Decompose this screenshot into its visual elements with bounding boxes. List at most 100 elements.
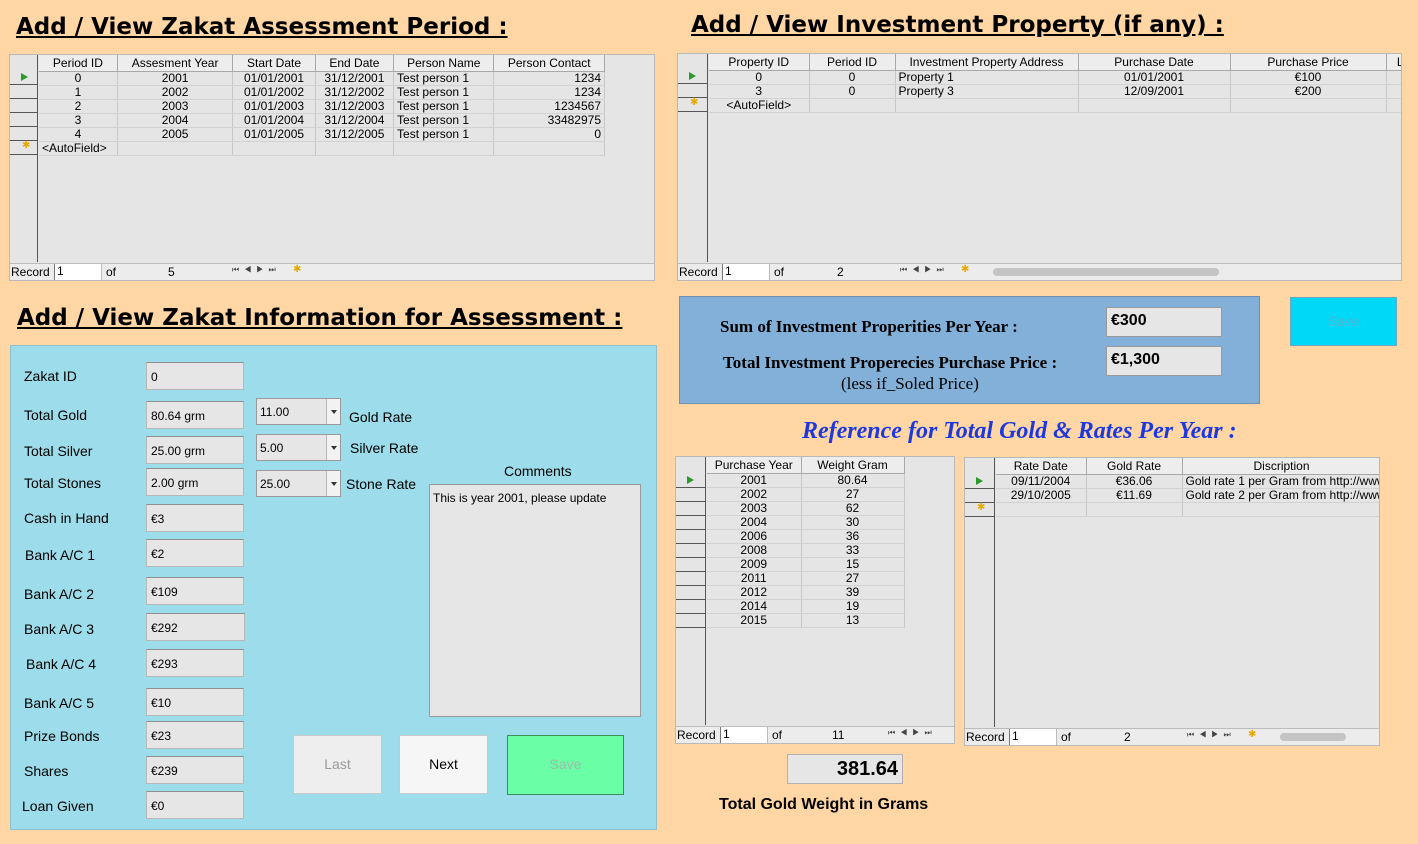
row-selector[interactable] bbox=[676, 600, 705, 614]
cell[interactable]: 36 bbox=[801, 529, 905, 544]
record-number-input[interactable]: 1 bbox=[722, 264, 770, 280]
cell[interactable]: 2012 bbox=[707, 585, 802, 600]
table-row[interactable]: 2002 27 bbox=[707, 487, 905, 502]
autofield-cell[interactable]: <AutoField> bbox=[709, 98, 810, 113]
cell[interactable]: Test person 1 bbox=[393, 71, 495, 86]
cell[interactable]: 0 bbox=[809, 84, 896, 99]
save-zakat-button[interactable]: Save bbox=[507, 735, 624, 795]
cell[interactable]: 30 bbox=[801, 515, 905, 530]
gold-weight-grid[interactable]: Purchase Year Weight Gram 2001 80.64 2002… bbox=[675, 456, 955, 744]
comments-textarea[interactable]: This is year 2001, please update bbox=[429, 484, 641, 717]
table-row[interactable]: 2006 36 bbox=[707, 529, 905, 544]
row-selector[interactable] bbox=[678, 84, 707, 98]
record-number-input[interactable]: 1 bbox=[720, 727, 768, 743]
total-silver-field[interactable]: 25.00 grm bbox=[146, 436, 244, 464]
table-row[interactable]: 2 2003 01/01/2003 31/12/2003 Test person 1 12… bbox=[39, 99, 605, 114]
horizontal-scrollbar[interactable] bbox=[993, 268, 1219, 276]
nav-arrows-icon[interactable]: ⏮◀▶⏭ bbox=[232, 265, 281, 275]
zakat-id-field[interactable]: 0 bbox=[146, 362, 244, 390]
table-row[interactable]: 3 2004 01/01/2004 31/12/2004 Test person 1 33… bbox=[39, 113, 605, 128]
column-header[interactable]: Gold Rate bbox=[1086, 458, 1183, 475]
cell[interactable]: Property 1 bbox=[895, 70, 1079, 85]
cell[interactable]: €200 bbox=[1230, 84, 1387, 99]
column-header[interactable]: Investment Property Address bbox=[895, 54, 1079, 71]
new-record-icon[interactable]: ✱ bbox=[961, 264, 969, 275]
silver-rate-select[interactable]: 5.00 bbox=[256, 434, 341, 461]
row-selector[interactable] bbox=[676, 558, 705, 572]
table-row[interactable]: 2009 15 bbox=[707, 557, 905, 572]
cell[interactable]: 0 bbox=[809, 70, 896, 85]
row-selector[interactable] bbox=[676, 516, 705, 530]
cell[interactable] bbox=[1386, 84, 1401, 99]
cell[interactable]: Test person 1 bbox=[393, 85, 495, 100]
table-row[interactable]: 4 2005 01/01/2005 31/12/2005 Test person 10 bbox=[39, 127, 605, 142]
cell[interactable]: 01/01/2005 bbox=[232, 127, 316, 142]
cell[interactable]: 2004 bbox=[117, 113, 234, 128]
investment-grid[interactable]: ✱ Property ID Period ID Investment Prope… bbox=[677, 53, 1402, 281]
row-selector[interactable] bbox=[676, 586, 705, 600]
chevron-down-icon[interactable] bbox=[326, 435, 340, 460]
cell[interactable]: 2003 bbox=[117, 99, 234, 114]
cell[interactable]: 0 bbox=[709, 70, 810, 85]
chevron-down-icon[interactable] bbox=[326, 471, 340, 496]
next-button[interactable]: Next bbox=[399, 735, 488, 794]
cell[interactable]: 31/12/2002 bbox=[315, 85, 395, 100]
cell[interactable]: €11.69 bbox=[1086, 488, 1183, 503]
chevron-down-icon[interactable] bbox=[326, 399, 340, 424]
cell[interactable]: 33 bbox=[801, 543, 905, 558]
bank-ac-3-field[interactable]: €292 bbox=[146, 613, 245, 641]
record-number-input[interactable]: 1 bbox=[1009, 729, 1057, 745]
total-value-field[interactable]: €1,300 bbox=[1106, 346, 1222, 376]
table-row[interactable]: 3 0 Property 3 12/09/2001 €200 bbox=[709, 84, 1401, 99]
row-selector[interactable] bbox=[10, 113, 37, 127]
cell[interactable]: 2008 bbox=[707, 543, 802, 558]
column-header[interactable]: Property ID bbox=[709, 54, 810, 71]
column-header[interactable]: Period ID bbox=[809, 54, 896, 71]
record-number-input[interactable]: 1 bbox=[54, 264, 102, 280]
cell[interactable]: 2001 bbox=[117, 71, 234, 86]
cell[interactable]: 2011 bbox=[707, 571, 802, 586]
column-header[interactable]: Purchase Year bbox=[707, 457, 802, 474]
total-gold-weight-field[interactable]: 381.64 bbox=[787, 754, 903, 784]
row-selector[interactable] bbox=[10, 71, 37, 85]
table-row[interactable]: 2011 27 bbox=[707, 571, 905, 586]
cell[interactable]: 2005 bbox=[117, 127, 234, 142]
cell[interactable]: Test person 1 bbox=[393, 127, 495, 142]
cell[interactable]: Test person 1 bbox=[393, 99, 495, 114]
cell[interactable]: €100 bbox=[1230, 70, 1387, 85]
loan-given-field[interactable]: €0 bbox=[146, 791, 244, 819]
table-row[interactable]: 2008 33 bbox=[707, 543, 905, 558]
shares-field[interactable]: €239 bbox=[146, 756, 244, 784]
column-header[interactable]: Person Contact bbox=[493, 55, 605, 72]
save-investment-button[interactable]: Save bbox=[1290, 297, 1397, 346]
cell[interactable]: 62 bbox=[801, 501, 905, 516]
column-header[interactable]: Rate Date bbox=[996, 458, 1087, 475]
column-header[interactable]: Period ID bbox=[39, 55, 118, 72]
row-selector[interactable] bbox=[676, 544, 705, 558]
row-selector[interactable] bbox=[676, 474, 705, 488]
cell[interactable]: 1 bbox=[39, 85, 118, 100]
cell[interactable]: Property 3 bbox=[895, 84, 1079, 99]
table-row[interactable]: 2001 80.64 bbox=[707, 473, 905, 488]
cell[interactable]: 2002 bbox=[117, 85, 234, 100]
cell[interactable]: 31/12/2005 bbox=[315, 127, 395, 142]
cell[interactable]: 12/09/2001 bbox=[1078, 84, 1231, 99]
table-row[interactable]: 29/10/2005 €11.69 Gold rate 2 per Gram fro… bbox=[996, 488, 1379, 503]
cell[interactable]: 2002 bbox=[707, 487, 802, 502]
cell[interactable]: 29/10/2005 bbox=[996, 488, 1087, 503]
row-selector[interactable] bbox=[676, 488, 705, 502]
cell[interactable]: 3 bbox=[709, 84, 810, 99]
last-button[interactable]: Last bbox=[293, 735, 382, 794]
cell[interactable]: 31/12/2001 bbox=[315, 71, 395, 86]
table-row[interactable]: 09/11/2004 €36.06 Gold rate 1 per Gram fro… bbox=[996, 474, 1379, 489]
column-header[interactable]: Purchase Date bbox=[1078, 54, 1231, 71]
cell[interactable]: 2014 bbox=[707, 599, 802, 614]
column-header[interactable]: Lo bbox=[1386, 54, 1401, 71]
new-row[interactable] bbox=[996, 502, 1379, 517]
bank-ac-1-field[interactable]: €2 bbox=[146, 539, 244, 567]
new-record-icon[interactable]: ✱ bbox=[1248, 729, 1256, 740]
column-header[interactable]: Discription bbox=[1182, 458, 1379, 475]
row-selector[interactable] bbox=[676, 530, 705, 544]
autofield-cell[interactable]: <AutoField> bbox=[39, 141, 118, 156]
cell[interactable]: 1234 bbox=[493, 71, 605, 86]
